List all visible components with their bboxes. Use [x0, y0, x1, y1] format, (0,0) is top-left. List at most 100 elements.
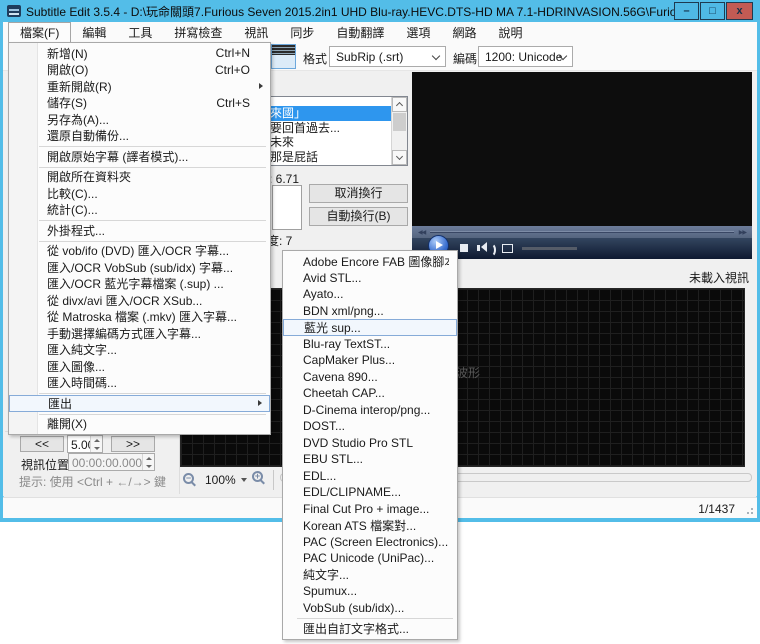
scroll-down-icon[interactable]	[392, 150, 407, 165]
menu-item[interactable]: D-Cinema interop/png...	[283, 402, 457, 419]
menu-item[interactable]: Ayato...	[283, 286, 457, 303]
subtitle-list-row[interactable]: 那是屁話	[266, 150, 407, 165]
menu-item[interactable]: BDN xml/png...	[283, 303, 457, 320]
menubar-item[interactable]: 同步	[279, 22, 325, 42]
list-scrollbar[interactable]	[391, 97, 407, 165]
volume-icon[interactable]	[477, 245, 480, 251]
spinner-down-icon[interactable]	[143, 462, 154, 470]
menu-item[interactable]: Korean ATS 檔案對...	[283, 517, 457, 534]
seek-back-icon[interactable]: ◀◀	[418, 229, 425, 236]
menu-item[interactable]: 純文字...	[283, 567, 457, 584]
seek-forward-button[interactable]: >>	[111, 436, 155, 452]
menu-item[interactable]: VobSub (sub/idx)...	[283, 600, 457, 617]
menubar-item[interactable]: 自動翻譯	[325, 22, 395, 42]
menu-item[interactable]: PAC Unicode (UniPac)...	[283, 550, 457, 567]
menubar-item[interactable]: 編輯	[71, 22, 117, 42]
menu-item[interactable]: DOST...	[283, 418, 457, 435]
zoom-out-icon[interactable]: −	[183, 473, 194, 484]
maximize-button[interactable]: □	[700, 2, 725, 20]
menu-item[interactable]: 離開(X)	[9, 416, 270, 433]
minimize-button[interactable]: –	[674, 2, 699, 20]
menubar-item[interactable]: 網路	[441, 22, 487, 42]
format-label: 格式	[303, 50, 327, 67]
format-combobox[interactable]: SubRip (.srt)	[329, 46, 446, 67]
video-seek-bar[interactable]: ◀◀ ▶▶	[412, 226, 752, 238]
menu-item[interactable]: 從 Matroska 檔案 (.mkv) 匯入字幕...	[9, 309, 270, 326]
menu-item[interactable]: 開啟所在資料夾	[9, 169, 270, 186]
menu-item[interactable]: Cheetah CAP...	[283, 385, 457, 402]
subtitle-list-row[interactable]: 要回首過去...	[266, 121, 407, 136]
menu-item[interactable]: Spumux...	[283, 583, 457, 600]
video-display[interactable]	[412, 72, 752, 226]
encoding-combobox[interactable]: 1200: Unicode	[478, 46, 573, 67]
autobreak-button[interactable]: 自動換行(B)	[309, 207, 408, 226]
menu-item[interactable]: 匯入圖像...	[9, 358, 270, 375]
menubar-item[interactable]: 拼寫檢查	[163, 22, 233, 42]
menu-item[interactable]: DVD Studio Pro STL	[283, 435, 457, 452]
menu-item[interactable]: CapMaker Plus...	[283, 352, 457, 369]
menu-item[interactable]: Cavena 890...	[283, 369, 457, 386]
subtitle-text-box[interactable]	[272, 185, 302, 230]
unbreak-button[interactable]: 取消換行	[309, 184, 408, 203]
stop-icon[interactable]	[460, 244, 468, 252]
zoom-caret-icon[interactable]	[241, 478, 247, 482]
menu-item[interactable]: Avid STL...	[283, 270, 457, 287]
spinner-up-icon[interactable]	[143, 454, 154, 462]
menu-item[interactable]: 新增(N) Ctrl+N	[9, 45, 270, 62]
menu-item[interactable]: 從 divx/avi 匯入/OCR XSub...	[9, 292, 270, 309]
menu-item[interactable]: 重新開啟(R)	[9, 78, 270, 95]
menu-item[interactable]: 匯出	[9, 395, 270, 412]
video-toggle-button[interactable]	[271, 44, 296, 69]
menu-item[interactable]: 手動選擇編碼方式匯入字幕...	[9, 325, 270, 342]
menu-item[interactable]: EBU STL...	[283, 451, 457, 468]
step-seconds-spinner[interactable]: 5.000	[67, 435, 103, 453]
menu-item[interactable]: 開啟原始字幕 (譯者模式)...	[9, 148, 270, 165]
menu-item[interactable]: EDL...	[283, 468, 457, 485]
menu-item[interactable]: Adobe Encore FAB 圖像腳本...	[283, 253, 457, 270]
menu-item[interactable]: 統計(C)...	[9, 202, 270, 219]
menu-item[interactable]: EDL/CLIPNAME...	[283, 484, 457, 501]
menu-item[interactable]: Blu-ray TextST...	[283, 336, 457, 353]
menu-item[interactable]: 開啟(O) Ctrl+O	[9, 62, 270, 79]
menu-item[interactable]: 從 vob/ifo (DVD) 匯入/OCR 字幕...	[9, 243, 270, 260]
menu-item[interactable]: 比較(C)...	[9, 185, 270, 202]
menu-item[interactable]: 外掛程式...	[9, 222, 270, 239]
menu-item[interactable]: 匯入純文字...	[9, 342, 270, 359]
scroll-up-icon[interactable]	[392, 97, 407, 112]
seek-track[interactable]	[430, 231, 734, 233]
menu-item-label: 手動選擇編碼方式匯入字幕...	[47, 325, 201, 342]
zoom-in-icon[interactable]: +	[252, 471, 263, 482]
menubar-item[interactable]: 檔案(F)	[8, 22, 71, 42]
video-position-spinner[interactable]: 00:00:00.000	[68, 453, 155, 471]
menu-item-label: 匯入純文字...	[47, 341, 117, 358]
seek-forward-icon[interactable]: ▶▶	[739, 229, 746, 236]
seek-backward-button[interactable]: <<	[20, 436, 64, 452]
volume-slider[interactable]	[522, 247, 577, 250]
menu-item[interactable]: 匯入/OCR 藍光字幕檔案 (.sup) ...	[9, 276, 270, 293]
fullscreen-icon[interactable]	[502, 244, 513, 253]
menu-item[interactable]: Final Cut Pro + image...	[283, 501, 457, 518]
menubar-item[interactable]: 視訊	[233, 22, 279, 42]
menu-item[interactable]: 匯入/OCR VobSub (sub/idx) 字幕...	[9, 259, 270, 276]
menu-item[interactable]: PAC (Screen Electronics)...	[283, 534, 457, 551]
subtitle-list-row[interactable]: 未來	[266, 135, 407, 150]
scrollbar-thumb[interactable]	[393, 113, 406, 131]
spinner-up-icon[interactable]	[91, 436, 102, 444]
menu-bar: 檔案(F)編輯工具拼寫檢查視訊同步自動翻譯選項網路說明	[3, 22, 757, 42]
menubar-item[interactable]: 選項	[395, 22, 441, 42]
menu-item[interactable]: 匯入時間碼...	[9, 375, 270, 392]
menubar-item[interactable]: 工具	[117, 22, 163, 42]
menu-item[interactable]: 還原自動備份...	[9, 128, 270, 145]
close-button[interactable]: x	[726, 2, 753, 20]
video-controls-bar	[412, 238, 752, 259]
menu-item[interactable]: 藍光 sup...	[283, 319, 457, 336]
subtitle-list-row[interactable]: 來國」	[266, 106, 407, 121]
spinner-down-icon[interactable]	[91, 444, 102, 452]
menu-item[interactable]: 匯出自訂文字格式...	[283, 620, 457, 637]
menu-item[interactable]: 儲存(S) Ctrl+S	[9, 95, 270, 112]
menubar-item[interactable]: 說明	[487, 22, 533, 42]
resize-grip-icon[interactable]	[744, 505, 753, 514]
waveform-zoom-level[interactable]: 100%	[205, 473, 236, 487]
subtitle-list: 來國」要回首過去...未來那是屁話	[265, 96, 408, 166]
menu-item[interactable]: 另存為(A)...	[9, 111, 270, 128]
